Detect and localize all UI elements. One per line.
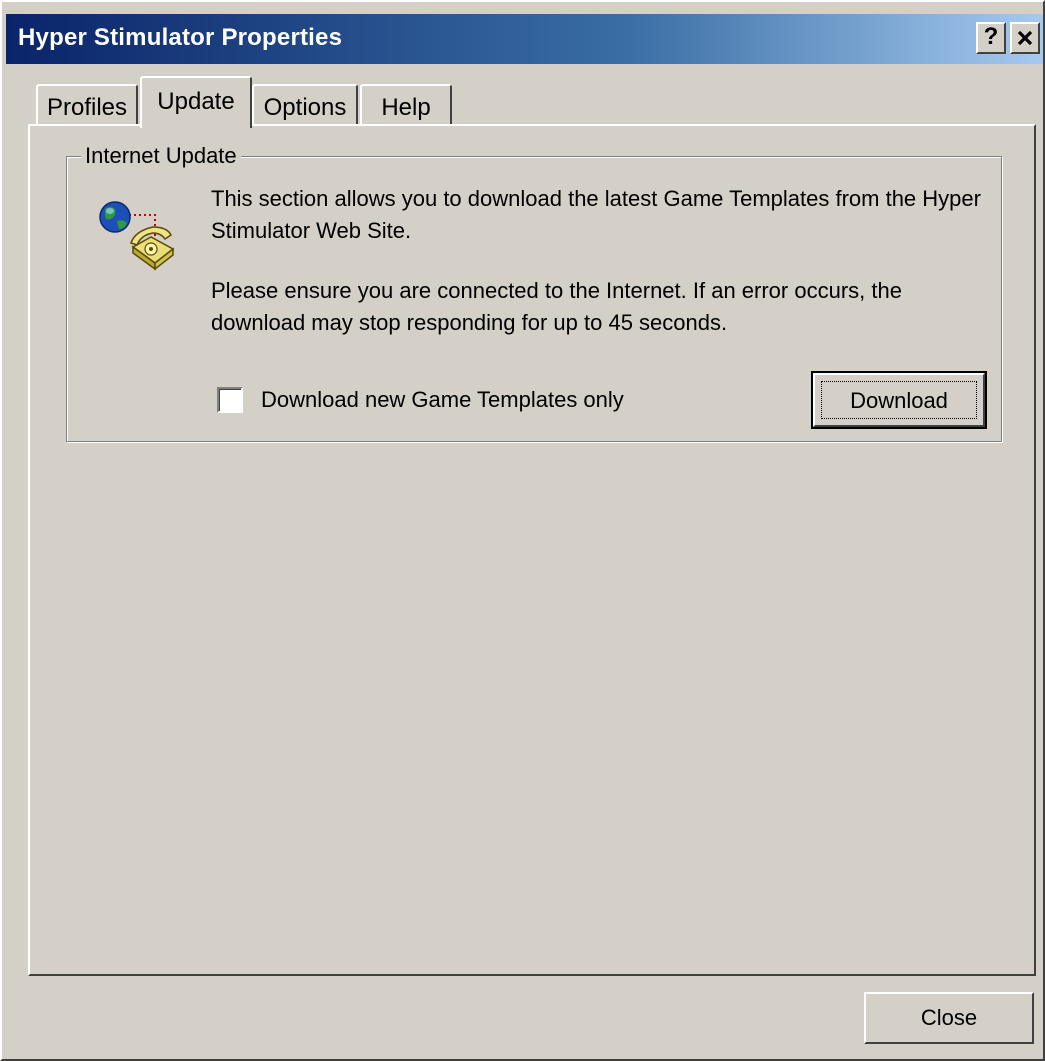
tab-options[interactable]: Options bbox=[252, 84, 358, 126]
close-window-button[interactable] bbox=[1010, 22, 1040, 54]
globe-phone-icon bbox=[99, 201, 175, 271]
close-icon bbox=[1017, 30, 1033, 46]
description-download: This section allows you to download the … bbox=[211, 186, 981, 243]
download-new-only-label[interactable]: Download new Game Templates only bbox=[261, 385, 624, 415]
tab-update-label: Update bbox=[157, 88, 235, 115]
tab-help[interactable]: Help bbox=[360, 84, 452, 126]
tab-help-label: Help bbox=[381, 94, 431, 121]
title-bar[interactable]: Hyper Stimulator Properties ? bbox=[6, 14, 1043, 64]
close-button[interactable]: Close bbox=[864, 992, 1034, 1044]
tab-profiles-label: Profiles bbox=[46, 94, 128, 121]
internet-update-group: Internet Update This section allows you … bbox=[66, 143, 1002, 442]
window-title: Hyper Stimulator Properties bbox=[18, 24, 343, 51]
description-connection: Please ensure you are connected to the I… bbox=[211, 278, 902, 335]
download-new-only-checkbox[interactable] bbox=[217, 387, 243, 413]
group-label: Internet Update bbox=[81, 143, 241, 169]
tab-update[interactable]: Update bbox=[140, 76, 252, 128]
tab-options-label: Options bbox=[263, 94, 347, 121]
properties-dialog: Hyper Stimulator Properties ? Profiles U… bbox=[0, 0, 1045, 1061]
download-button-label: Download bbox=[821, 381, 977, 419]
download-button[interactable]: Download bbox=[811, 371, 987, 429]
tab-profiles[interactable]: Profiles bbox=[36, 84, 138, 126]
help-button[interactable]: ? bbox=[976, 22, 1006, 54]
tab-panel-update: Internet Update This section allows you … bbox=[28, 124, 1036, 976]
